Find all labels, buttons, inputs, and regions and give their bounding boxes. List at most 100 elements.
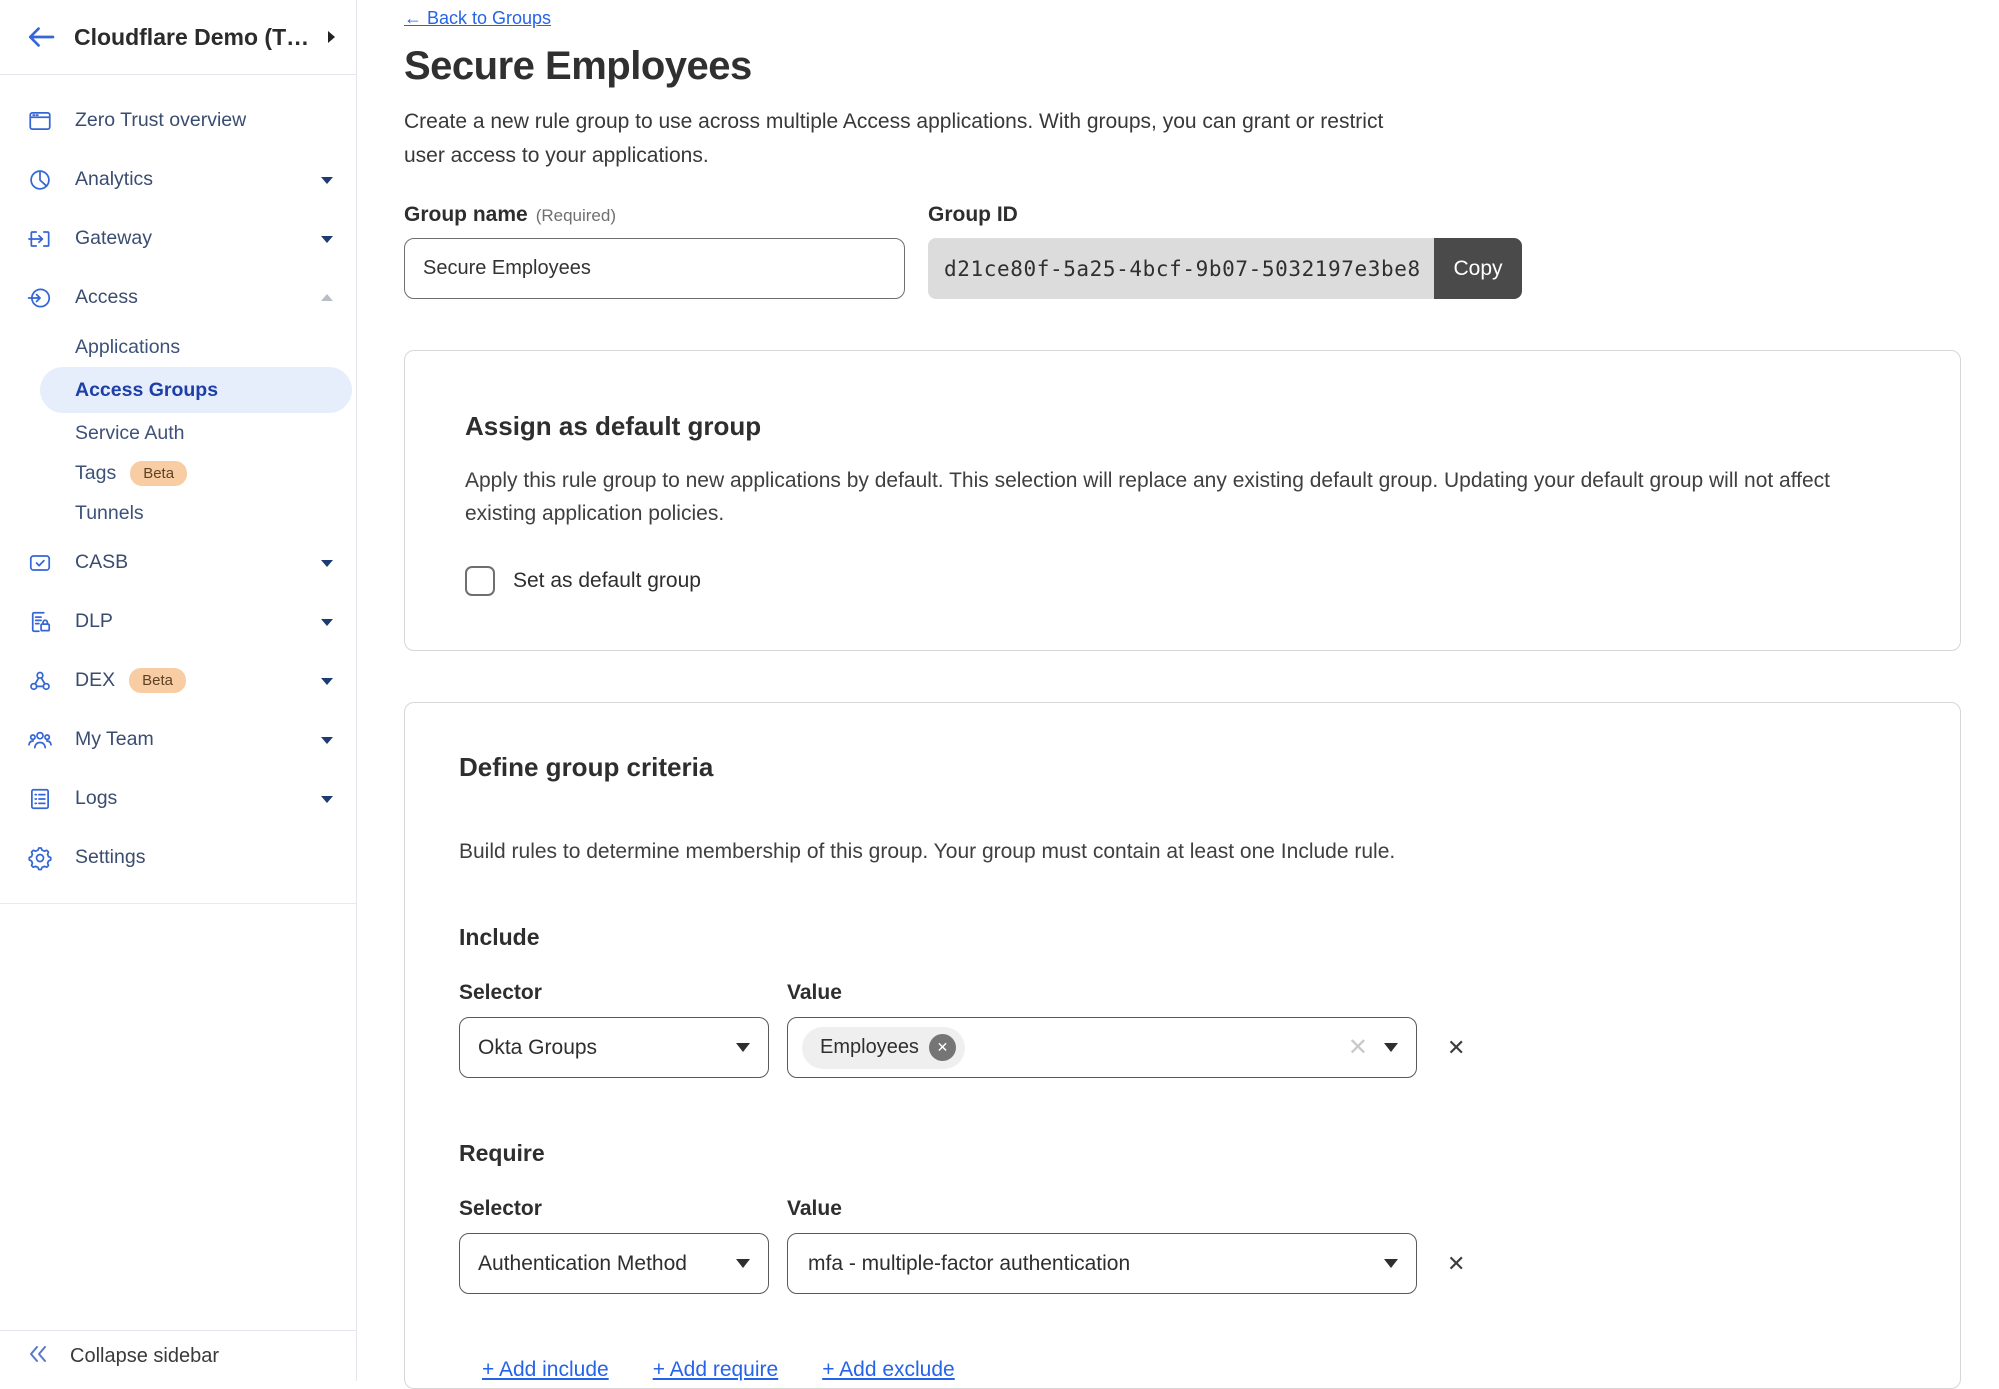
sidebar-item-label: Settings: [75, 846, 145, 869]
sidebar-item-access[interactable]: Access: [0, 268, 356, 327]
sidebar-item-label: My Team: [75, 728, 154, 751]
page-title: Secure Employees: [404, 44, 1961, 89]
group-name-input[interactable]: [404, 238, 905, 299]
default-group-checkbox-label: Set as default group: [513, 569, 701, 593]
add-exclude-link[interactable]: + Add exclude: [822, 1358, 955, 1382]
network-nodes-icon: [27, 668, 54, 694]
sidebar-item-label: Analytics: [75, 168, 153, 191]
sidebar-item-label: CASB: [75, 551, 128, 574]
sidebar-item-casb[interactable]: CASB: [0, 533, 356, 592]
sidebar-divider: [0, 903, 356, 904]
chevron-up-icon: [320, 293, 334, 303]
include-labels-row: Selector Value: [459, 981, 1900, 1005]
sidebar-item-label: Zero Trust overview: [75, 109, 246, 132]
sidebar-item-dlp[interactable]: DLP: [0, 592, 356, 651]
sidebar-item-label: Access: [75, 286, 138, 309]
sidebar-item-settings[interactable]: Settings: [0, 828, 356, 887]
default-group-checkbox[interactable]: [465, 566, 495, 596]
sidebar-item-tags[interactable]: Tags Beta: [0, 453, 356, 493]
require-value-text: mfa - multiple-factor authentication: [802, 1252, 1384, 1276]
sidebar-item-zero-trust-overview[interactable]: Zero Trust overview: [0, 91, 356, 150]
back-to-groups-link[interactable]: ← Back to Groups: [404, 8, 551, 29]
document-lock-icon: [27, 609, 54, 635]
chevron-down-icon: [320, 175, 334, 185]
sidebar-item-tunnels[interactable]: Tunnels: [0, 493, 356, 533]
sidebar-item-label: Applications: [75, 336, 180, 359]
chip-remove-icon[interactable]: ✕: [929, 1034, 956, 1061]
chevron-down-icon: [736, 1259, 750, 1268]
casb-icon: [27, 550, 54, 576]
copy-button[interactable]: Copy: [1434, 238, 1522, 299]
default-group-card: Assign as default group Apply this rule …: [404, 350, 1961, 651]
back-arrow-icon[interactable]: [26, 25, 60, 49]
default-group-card-description: Apply this rule group to new application…: [465, 464, 1900, 530]
criteria-card: Define group criteria Build rules to det…: [404, 702, 1961, 1389]
chevron-down-icon: [736, 1043, 750, 1052]
include-selector-value: Okta Groups: [478, 1036, 736, 1060]
list-document-icon: [27, 786, 54, 812]
require-rule-row: Authentication Method mfa - multiple-fac…: [459, 1233, 1900, 1294]
require-selector-label: Selector: [459, 1197, 787, 1221]
collapse-sidebar-label: Collapse sidebar: [70, 1345, 219, 1368]
sidebar-item-label: Service Auth: [75, 422, 184, 445]
sidebar-header: Cloudflare Demo (T…: [0, 0, 356, 75]
gear-icon: [27, 845, 54, 871]
group-id-field: Group ID d21ce80f-5a25-4bcf-9b07-5032197…: [928, 203, 1522, 299]
sidebar-item-label: Tunnels: [75, 502, 144, 525]
login-icon: [27, 285, 54, 311]
require-selector-dropdown[interactable]: Authentication Method: [459, 1233, 769, 1294]
default-group-card-title: Assign as default group: [465, 411, 1900, 442]
chevron-down-icon: [320, 794, 334, 804]
chevron-down-icon: [320, 676, 334, 686]
remove-require-rule-icon[interactable]: ✕: [1447, 1251, 1465, 1277]
chevron-down-icon: [320, 558, 334, 568]
require-selector-value: Authentication Method: [478, 1252, 736, 1276]
sidebar-item-gateway[interactable]: Gateway: [0, 209, 356, 268]
sidebar-item-label: Tags: [75, 462, 116, 485]
beta-badge: Beta: [129, 668, 186, 693]
people-icon: [27, 727, 54, 753]
collapse-sidebar-button[interactable]: Collapse sidebar: [0, 1330, 356, 1381]
add-include-link[interactable]: + Add include: [482, 1358, 609, 1382]
criteria-card-title: Define group criteria: [459, 752, 1900, 783]
sidebar-item-access-groups[interactable]: Access Groups: [40, 367, 352, 413]
sidebar-item-my-team[interactable]: My Team: [0, 710, 356, 769]
require-value-label: Value: [787, 1197, 842, 1221]
criteria-card-description: Build rules to determine membership of t…: [459, 835, 1900, 868]
include-heading: Include: [459, 924, 1900, 951]
chevron-down-icon: [320, 735, 334, 745]
sidebar-item-service-auth[interactable]: Service Auth: [0, 413, 356, 453]
window-icon: [27, 108, 54, 134]
group-name-field: Group name(Required): [404, 203, 905, 299]
page-description: Create a new rule group to use across mu…: [404, 105, 1414, 173]
require-labels-row: Selector Value: [459, 1197, 1900, 1221]
group-name-label: Group name(Required): [404, 203, 905, 227]
chevron-down-icon: [320, 234, 334, 244]
require-heading: Require: [459, 1140, 1900, 1167]
sidebar-item-logs[interactable]: Logs: [0, 769, 356, 828]
double-chevron-left-icon: [26, 1342, 50, 1371]
value-chip: Employees ✕: [802, 1027, 965, 1069]
chevron-down-icon: [1384, 1043, 1398, 1052]
sidebar-item-dex[interactable]: DEX Beta: [0, 651, 356, 710]
group-id-label: Group ID: [928, 203, 1522, 227]
sidebar-item-analytics[interactable]: Analytics: [0, 150, 356, 209]
include-value-multiselect[interactable]: Employees ✕ ✕: [787, 1017, 1417, 1078]
rule-action-links: + Add include + Add require + Add exclud…: [482, 1358, 1900, 1382]
group-id-value: d21ce80f-5a25-4bcf-9b07-5032197e3be8: [928, 238, 1434, 299]
caret-right-icon[interactable]: [326, 30, 336, 44]
sidebar: Cloudflare Demo (T… Zero Trust overview …: [0, 0, 357, 1381]
gateway-icon: [27, 226, 54, 252]
chevron-down-icon: [320, 617, 334, 627]
required-hint: (Required): [536, 206, 616, 225]
pie-chart-icon: [27, 167, 54, 193]
sidebar-item-applications[interactable]: Applications: [0, 327, 356, 367]
group-name-id-row: Group name(Required) Group ID d21ce80f-5…: [404, 203, 1961, 299]
remove-include-rule-icon[interactable]: ✕: [1447, 1035, 1465, 1061]
sidebar-item-label: Access Groups: [75, 379, 218, 402]
include-selector-dropdown[interactable]: Okta Groups: [459, 1017, 769, 1078]
sidebar-nav: Zero Trust overview Analytics Gateway: [0, 75, 356, 1330]
clear-field-icon[interactable]: ✕: [1348, 1033, 1368, 1062]
add-require-link[interactable]: + Add require: [653, 1358, 779, 1382]
require-value-dropdown[interactable]: mfa - multiple-factor authentication: [787, 1233, 1417, 1294]
